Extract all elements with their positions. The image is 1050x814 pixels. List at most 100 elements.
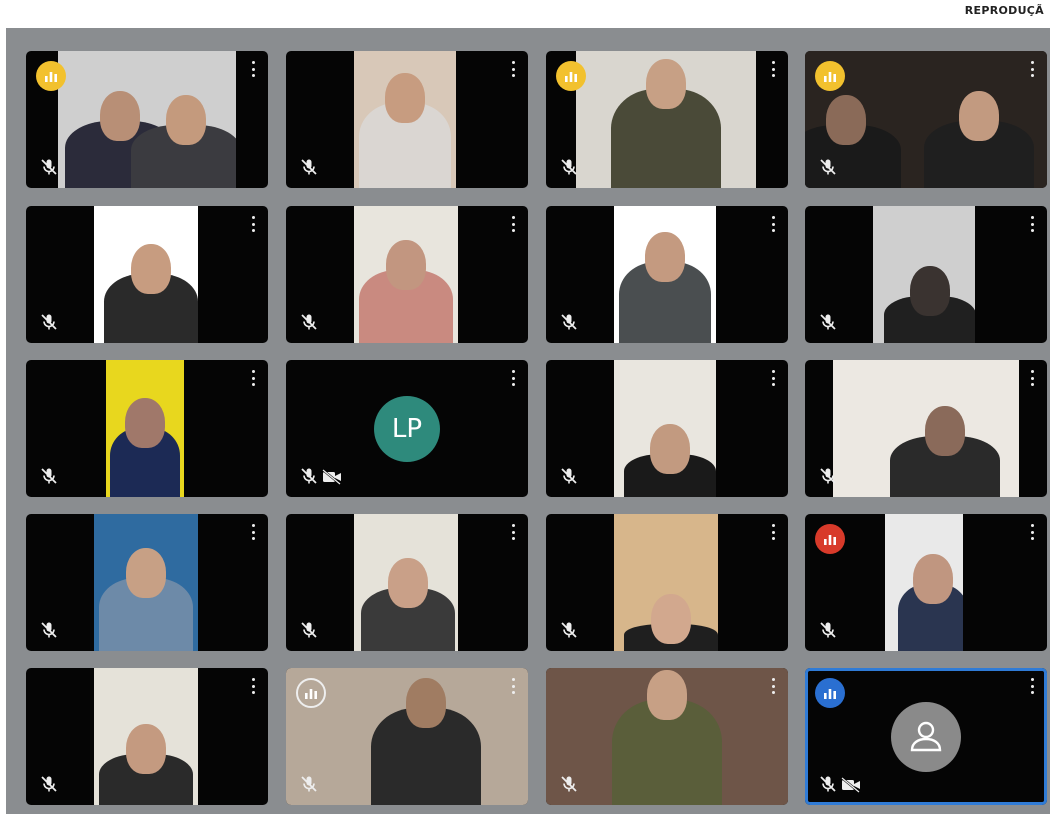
speaking-level-icon	[815, 61, 845, 91]
more-vert-icon[interactable]	[512, 678, 516, 694]
more-vert-icon[interactable]	[1031, 678, 1035, 694]
more-vert-icon[interactable]	[772, 61, 776, 77]
more-vert-icon[interactable]	[512, 370, 516, 386]
mic-off-icon	[300, 158, 318, 176]
mic-off-icon	[819, 467, 837, 485]
person-face	[126, 724, 166, 774]
participant-tile[interactable]	[805, 51, 1047, 188]
more-vert-icon[interactable]	[772, 216, 776, 232]
person-face	[131, 244, 172, 294]
participant-tile[interactable]	[805, 206, 1047, 343]
person-face	[646, 59, 686, 109]
participant-tile[interactable]	[286, 514, 528, 651]
participant-video	[885, 514, 963, 651]
mic-off-icon	[560, 158, 578, 176]
participant-tile[interactable]	[26, 360, 268, 497]
photo-credit: REPRODUÇÃ	[964, 4, 1044, 17]
person-face	[826, 95, 867, 145]
person-face	[388, 558, 429, 608]
more-vert-icon[interactable]	[1031, 216, 1035, 232]
participant-tile[interactable]	[805, 668, 1047, 805]
participant-tile[interactable]	[26, 206, 268, 343]
speaking-level-icon	[296, 678, 326, 708]
mic-off-icon	[300, 775, 318, 793]
more-vert-icon[interactable]	[512, 61, 516, 77]
participant-video	[873, 206, 975, 343]
mic-off-icon	[560, 467, 578, 485]
participant-tile[interactable]	[546, 668, 788, 805]
person-face	[385, 73, 425, 123]
mic-off-icon	[560, 775, 578, 793]
person-face	[924, 406, 965, 456]
participant-video	[94, 514, 198, 651]
mic-off-icon	[300, 467, 318, 485]
more-vert-icon[interactable]	[512, 216, 516, 232]
mic-off-icon	[40, 158, 58, 176]
speaking-level-icon	[815, 678, 845, 708]
participant-tile[interactable]	[286, 51, 528, 188]
participant-video	[354, 514, 458, 651]
participant-video	[354, 206, 458, 343]
participant-tile[interactable]	[546, 514, 788, 651]
meeting-grid: LP	[6, 28, 1050, 814]
more-vert-icon[interactable]	[252, 524, 256, 540]
mic-off-icon	[40, 313, 58, 331]
participant-video	[354, 51, 456, 188]
participant-tile[interactable]	[26, 668, 268, 805]
participant-avatar: LP	[374, 395, 440, 462]
person-face	[647, 670, 687, 720]
person-face	[645, 232, 685, 282]
participant-video	[833, 360, 1019, 497]
speaking-level-icon	[36, 61, 66, 91]
more-vert-icon[interactable]	[1031, 524, 1035, 540]
participant-video	[576, 51, 756, 188]
more-vert-icon[interactable]	[252, 61, 256, 77]
more-vert-icon[interactable]	[772, 524, 776, 540]
videocam-off-icon	[322, 469, 342, 485]
mic-off-icon	[300, 621, 318, 639]
participant-video	[546, 668, 788, 805]
more-vert-icon[interactable]	[252, 216, 256, 232]
participant-video	[94, 668, 198, 805]
participant-video	[106, 360, 184, 497]
participant-video	[58, 51, 236, 188]
more-vert-icon[interactable]	[512, 524, 516, 540]
videocam-off-icon	[841, 777, 861, 793]
participant-tile[interactable]: LP	[286, 360, 528, 497]
mic-off-icon	[819, 621, 837, 639]
mic-off-icon	[819, 775, 837, 793]
mic-off-icon	[40, 621, 58, 639]
participant-tile[interactable]	[286, 668, 528, 805]
speaking-level-icon	[815, 524, 845, 554]
more-vert-icon[interactable]	[772, 678, 776, 694]
more-vert-icon[interactable]	[772, 370, 776, 386]
participant-video	[614, 514, 718, 651]
more-vert-icon[interactable]	[252, 678, 256, 694]
person-face	[386, 240, 426, 290]
participant-video	[614, 360, 716, 497]
participant-video	[94, 206, 198, 343]
more-vert-icon[interactable]	[1031, 61, 1035, 77]
participant-tile[interactable]	[546, 360, 788, 497]
mic-off-icon	[300, 313, 318, 331]
person-face	[166, 95, 207, 145]
participant-tile[interactable]	[805, 514, 1047, 651]
participant-tile[interactable]	[26, 514, 268, 651]
participant-tile[interactable]	[546, 51, 788, 188]
person-face	[406, 678, 447, 728]
person-face	[126, 548, 166, 598]
participant-tile[interactable]	[286, 206, 528, 343]
person-face	[910, 266, 951, 316]
mic-off-icon	[40, 775, 58, 793]
participant-tile[interactable]	[26, 51, 268, 188]
more-vert-icon[interactable]	[1031, 370, 1035, 386]
person-face	[913, 554, 954, 604]
participant-tile[interactable]	[546, 206, 788, 343]
person-face	[959, 91, 1000, 141]
more-vert-icon[interactable]	[252, 370, 256, 386]
speaking-level-icon	[556, 61, 586, 91]
person-face	[100, 91, 141, 141]
person-face	[125, 398, 165, 448]
mic-off-icon	[819, 313, 837, 331]
participant-tile[interactable]	[805, 360, 1047, 497]
